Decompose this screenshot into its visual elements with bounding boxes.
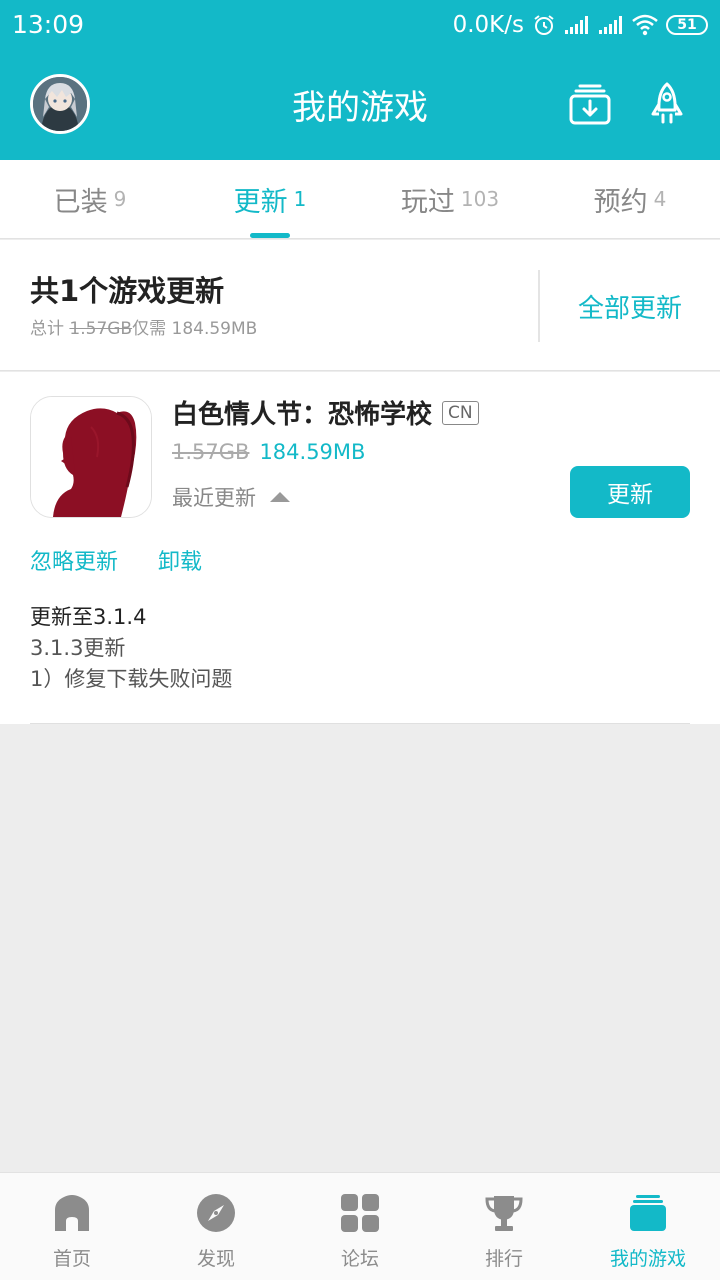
tab-label: 玩过 bbox=[400, 186, 455, 218]
note-line: 更新至3.1.4 bbox=[30, 605, 147, 629]
note-line: 3.1.3更新 bbox=[30, 636, 126, 660]
summary-total-old: 1.57GB bbox=[69, 319, 133, 339]
download-manager-icon[interactable] bbox=[568, 82, 612, 126]
update-all-button[interactable]: 全部更新 bbox=[560, 288, 700, 325]
bottom-nav: 首页 发现 论坛 排行 我的游戏 bbox=[0, 1172, 720, 1280]
nav-label: 排行 bbox=[484, 1248, 523, 1270]
note-line: 1）修复下载失败问题 bbox=[30, 667, 233, 691]
update-notes: 更新至3.1.4 3.1.3更新 1）修复下载失败问题 bbox=[30, 602, 232, 695]
page-title: 我的游戏 bbox=[292, 88, 428, 128]
nav-label: 发现 bbox=[196, 1248, 235, 1270]
signal-icon-2 bbox=[599, 16, 622, 34]
tab-count: 1 bbox=[293, 187, 307, 211]
my-games-icon bbox=[630, 1195, 666, 1231]
alarm-icon bbox=[534, 15, 554, 35]
ignore-update-link[interactable]: 忽略更新 bbox=[30, 544, 118, 576]
summary-total-new: 184.59MB bbox=[171, 319, 258, 339]
home-icon bbox=[55, 1195, 89, 1231]
nav-label: 我的游戏 bbox=[609, 1248, 686, 1270]
recent-update-label: 最近更新 bbox=[172, 486, 256, 510]
avatar[interactable] bbox=[30, 74, 90, 134]
game-size: 1.57GB 184.59MB bbox=[172, 440, 365, 464]
rocket-icon[interactable] bbox=[645, 82, 689, 126]
grid-icon bbox=[341, 1194, 379, 1232]
tab-installed[interactable]: 已装 9 bbox=[0, 160, 180, 238]
status-bar: 13:09 0.0K/s 51 bbox=[0, 0, 720, 50]
tab-count: 9 bbox=[113, 187, 127, 211]
trophy-icon bbox=[485, 1196, 523, 1231]
summary-total-prefix: 总计 bbox=[30, 319, 64, 339]
wifi-icon bbox=[632, 14, 658, 36]
game-name: 白色情人节：恐怖学校 bbox=[172, 400, 433, 430]
summary-size: 总计 1.57GB仅需 184.59MB bbox=[30, 314, 257, 339]
game-title: 白色情人节：恐怖学校 CN bbox=[172, 394, 479, 431]
game-actions: 忽略更新 卸载 bbox=[30, 544, 202, 576]
caret-up-icon bbox=[270, 492, 290, 502]
divider bbox=[538, 270, 540, 342]
nav-forum[interactable]: 论坛 bbox=[288, 1173, 432, 1280]
battery-indicator: 51 bbox=[666, 15, 708, 35]
uninstall-link[interactable]: 卸载 bbox=[158, 544, 202, 576]
size-old: 1.57GB bbox=[172, 440, 250, 464]
avatar-image bbox=[33, 77, 87, 131]
region-tag: CN bbox=[442, 400, 479, 425]
game-update-card: 白色情人节：恐怖学校 CN 1.57GB 184.59MB 最近更新 更新 忽略更… bbox=[0, 372, 720, 724]
tab-updates[interactable]: 更新 1 bbox=[180, 160, 360, 238]
tab-label: 更新 bbox=[233, 186, 288, 218]
tab-bar: 已装 9 更新 1 玩过 103 预约 4 bbox=[0, 160, 720, 239]
nav-label: 论坛 bbox=[340, 1248, 379, 1270]
tab-count: 4 bbox=[653, 187, 667, 211]
summary-title: 共1个游戏更新 bbox=[30, 274, 225, 308]
game-icon-image bbox=[31, 397, 151, 517]
nav-ranking[interactable]: 排行 bbox=[432, 1173, 576, 1280]
summary-total-mid: 仅需 bbox=[132, 319, 167, 339]
status-time: 13:09 bbox=[12, 10, 85, 39]
game-icon[interactable] bbox=[30, 396, 152, 518]
tab-count: 103 bbox=[460, 187, 500, 211]
nav-discover[interactable]: 发现 bbox=[144, 1173, 288, 1280]
signal-icon bbox=[565, 16, 588, 34]
nav-label: 首页 bbox=[52, 1248, 91, 1270]
app-header: 13:09 0.0K/s 51 我的游戏 bbox=[0, 0, 720, 160]
nav-home[interactable]: 首页 bbox=[0, 1173, 144, 1280]
tab-label: 已装 bbox=[53, 186, 108, 218]
tab-played[interactable]: 玩过 103 bbox=[360, 160, 540, 238]
network-speed: 0.0K/s bbox=[452, 12, 524, 38]
size-new: 184.59MB bbox=[259, 440, 366, 464]
nav-my-games[interactable]: 我的游戏 bbox=[576, 1173, 720, 1280]
update-summary: 共1个游戏更新 总计 1.57GB仅需 184.59MB 全部更新 bbox=[0, 240, 720, 371]
compass-icon bbox=[197, 1194, 235, 1232]
update-button[interactable]: 更新 bbox=[570, 466, 690, 518]
tab-reserved[interactable]: 预约 4 bbox=[540, 160, 720, 238]
recent-update-toggle[interactable]: 最近更新 bbox=[172, 482, 290, 512]
status-icons: 0.0K/s 51 bbox=[453, 10, 708, 40]
divider bbox=[30, 723, 690, 724]
tab-label: 预约 bbox=[593, 186, 648, 218]
